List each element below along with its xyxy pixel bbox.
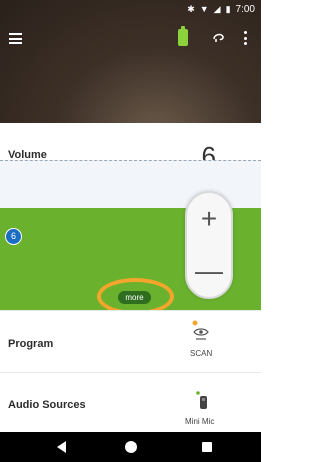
menu-icon[interactable]: [9, 33, 22, 44]
header-background: [0, 0, 261, 123]
program-value: SCAN: [190, 349, 213, 358]
audio-sources-row[interactable]: Audio Sources: [0, 372, 261, 433]
toolbar: [0, 26, 261, 52]
volume-level-badge[interactable]: 6: [5, 228, 22, 245]
volume-up-button[interactable]: +: [187, 193, 231, 245]
battery-full-icon: [178, 26, 188, 46]
back-icon[interactable]: [57, 441, 66, 453]
status-bar: ✱ ▼ ◢ ▮ 7:00: [0, 0, 261, 18]
scan-program-icon: [192, 320, 209, 340]
volume-stepper: + —: [185, 191, 233, 299]
more-vert-icon[interactable]: [243, 31, 247, 45]
home-icon[interactable]: [125, 441, 137, 453]
mini-mic-icon: [196, 391, 207, 409]
audio-sources-label: Audio Sources: [8, 399, 86, 411]
hearing-aid-icon[interactable]: [212, 31, 225, 44]
volume-down-button[interactable]: —: [187, 245, 231, 297]
audio-source-value: Mini Mic: [185, 417, 215, 426]
more-button[interactable]: more: [118, 291, 151, 304]
navigation-bar: [0, 432, 261, 462]
recents-icon[interactable]: [202, 442, 212, 452]
wifi-icon: ▼: [199, 3, 209, 14]
program-row[interactable]: Program: [0, 310, 261, 373]
bluetooth-icon: ✱: [187, 3, 195, 14]
status-time: 7:00: [235, 3, 255, 15]
battery-icon: ▮: [225, 3, 231, 14]
cellular-icon: ◢: [213, 3, 221, 14]
program-label: Program: [8, 338, 54, 350]
